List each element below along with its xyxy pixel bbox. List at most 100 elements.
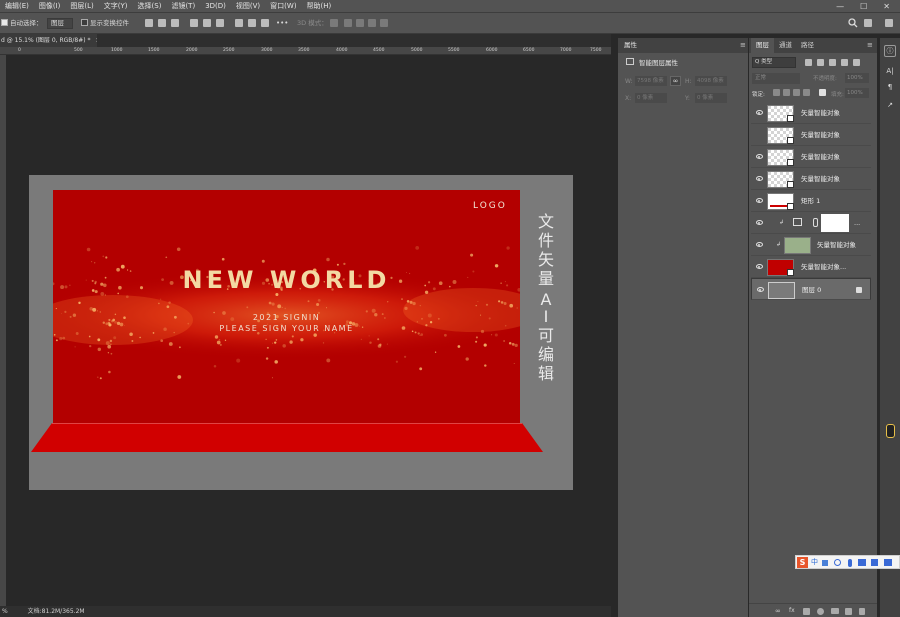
ime-keyboard-icon[interactable]	[858, 559, 866, 566]
doc-size-readout[interactable]: 文档:81.2M/365.2M	[10, 608, 85, 615]
link-layers-icon[interactable]: ∞	[775, 607, 781, 615]
tab-layers[interactable]: 图层	[751, 38, 774, 53]
distribute-center-icon[interactable]	[248, 19, 256, 27]
lock-pixels-icon[interactable]	[773, 89, 780, 96]
ime-emoji-icon[interactable]	[834, 559, 841, 566]
align-left-icon[interactable]	[145, 19, 153, 27]
layer-row[interactable]: 矢量智能对象	[751, 102, 871, 124]
visibility-eye-icon[interactable]	[756, 242, 763, 247]
filter-type-icon[interactable]	[829, 59, 836, 66]
menu-3d[interactable]: 3D(D)	[200, 0, 231, 12]
align-vcenter-icon[interactable]	[203, 19, 211, 27]
workspace-icon[interactable]	[864, 19, 872, 27]
align-right-icon[interactable]	[171, 19, 179, 27]
3d-scale-icon[interactable]	[380, 19, 388, 27]
lock-paint-icon[interactable]	[783, 89, 790, 96]
align-bottom-icon[interactable]	[216, 19, 224, 27]
adjustment-layer-icon[interactable]	[817, 608, 824, 615]
menu-window[interactable]: 窗口(W)	[265, 0, 301, 12]
fx-icon[interactable]: fx	[789, 607, 795, 614]
layer-row[interactable]: 矢量智能对象	[751, 146, 871, 168]
minimize-button[interactable]: —	[836, 2, 844, 11]
layer-name[interactable]: ...	[854, 212, 860, 234]
search-icon[interactable]	[848, 18, 858, 28]
ime-voice-icon[interactable]	[848, 559, 852, 567]
close-window-button[interactable]: ✕	[883, 2, 890, 11]
fill-field[interactable]: 100%	[845, 88, 869, 98]
visibility-eye-icon[interactable]	[756, 176, 763, 181]
height-field[interactable]: 4098 像素	[695, 76, 727, 86]
ime-toolbox-icon[interactable]	[884, 559, 892, 566]
document-tab[interactable]: d @ 15.1% (图层 0, RGB/8#) * ×	[0, 34, 100, 47]
visibility-eye-icon[interactable]	[756, 264, 763, 269]
character-icon[interactable]: A|	[884, 66, 896, 78]
y-field[interactable]: 0 像素	[695, 93, 727, 103]
menu-help[interactable]: 帮助(H)	[302, 0, 337, 12]
menu-image[interactable]: 图像(I)	[34, 0, 66, 12]
3d-roll-icon[interactable]	[344, 19, 352, 27]
ime-punct-icon[interactable]	[822, 560, 828, 566]
distribute-left-icon[interactable]	[235, 19, 243, 27]
horizontal-ruler[interactable]: 0 500 1000 1500 2000 2500 3000 3500 4000…	[0, 47, 611, 55]
menu-view[interactable]: 视图(V)	[231, 0, 265, 12]
glyphs-icon[interactable]: ↗	[884, 100, 896, 112]
new-group-icon[interactable]	[831, 608, 839, 614]
add-mask-icon[interactable]	[803, 608, 810, 615]
zoom-readout[interactable]: %	[0, 608, 8, 615]
layer-name[interactable]: 矩形 1	[801, 190, 820, 212]
layer-name[interactable]: 矢量智能对象...	[801, 256, 846, 278]
visibility-eye-icon[interactable]	[757, 287, 764, 292]
phone-icon[interactable]	[886, 424, 895, 438]
maximize-button[interactable]: ☐	[860, 2, 867, 11]
x-field[interactable]: 0 像素	[635, 93, 667, 103]
tab-paths[interactable]: 路径	[796, 38, 819, 53]
layer-row[interactable]: ↲ 矢量智能对象	[751, 234, 871, 256]
layer-kind-filter[interactable]: Q 类型	[752, 57, 796, 68]
layer-name[interactable]: 矢量智能对象	[817, 234, 856, 256]
visibility-eye-icon[interactable]	[756, 198, 763, 203]
visibility-eye-icon[interactable]	[756, 110, 763, 115]
link-icon[interactable]: ∞	[670, 76, 681, 86]
layer-name[interactable]: 矢量智能对象	[801, 102, 840, 124]
lock-all-icon[interactable]	[819, 89, 826, 96]
info-icon[interactable]: ⓘ	[884, 45, 896, 57]
layer-name[interactable]: 图层 0	[802, 279, 821, 301]
more-options-button[interactable]: •••	[276, 18, 288, 28]
visibility-eye-icon[interactable]	[756, 154, 763, 159]
layer-row[interactable]: ↲ ...	[751, 212, 871, 234]
layer-row-selected[interactable]: 图层 0	[751, 278, 871, 300]
filter-adjust-icon[interactable]	[817, 59, 824, 66]
share-icon[interactable]	[885, 19, 893, 27]
auto-select-target-dropdown[interactable]: 图层	[47, 18, 73, 29]
trash-icon[interactable]	[859, 608, 865, 615]
layer-mask-thumbnail[interactable]	[821, 214, 849, 232]
filter-shape-icon[interactable]	[841, 59, 848, 66]
3d-slide-icon[interactable]	[368, 19, 376, 27]
paragraph-icon[interactable]: ¶	[884, 82, 896, 94]
layer-name[interactable]: 矢量智能对象	[801, 168, 840, 190]
opacity-field[interactable]: 100%	[845, 73, 869, 83]
layer-name[interactable]: 矢量智能对象	[801, 146, 840, 168]
layer-row[interactable]: 矢量智能对象	[751, 124, 871, 146]
menu-edit[interactable]: 编辑(E)	[0, 0, 34, 12]
ime-mode[interactable]: 中	[811, 557, 818, 567]
blend-mode-dropdown[interactable]: 正常	[752, 73, 800, 84]
menu-select[interactable]: 选择(S)	[133, 0, 167, 12]
panel-menu-icon[interactable]: ≡	[740, 41, 746, 49]
layer-name[interactable]: 矢量智能对象	[801, 124, 840, 146]
3d-pan-icon[interactable]	[356, 19, 364, 27]
visibility-eye-icon[interactable]	[756, 220, 763, 225]
lock-move-icon[interactable]	[793, 89, 800, 96]
show-transform-checkbox[interactable]	[81, 19, 88, 26]
menu-filter[interactable]: 滤镜(T)	[166, 0, 200, 12]
filter-pixel-icon[interactable]	[805, 59, 812, 66]
ime-skin-icon[interactable]	[871, 559, 878, 566]
layer-row[interactable]: 矢量智能对象...	[751, 256, 871, 278]
align-hcenter-icon[interactable]	[158, 19, 166, 27]
layer-row[interactable]: 矩形 1	[751, 190, 871, 212]
tab-channels[interactable]: 通道	[774, 38, 797, 53]
layers-menu-icon[interactable]: ≡	[867, 41, 873, 49]
lock-artboard-icon[interactable]	[803, 89, 810, 96]
distribute-right-icon[interactable]	[261, 19, 269, 27]
auto-select-checkbox[interactable]	[1, 19, 8, 26]
